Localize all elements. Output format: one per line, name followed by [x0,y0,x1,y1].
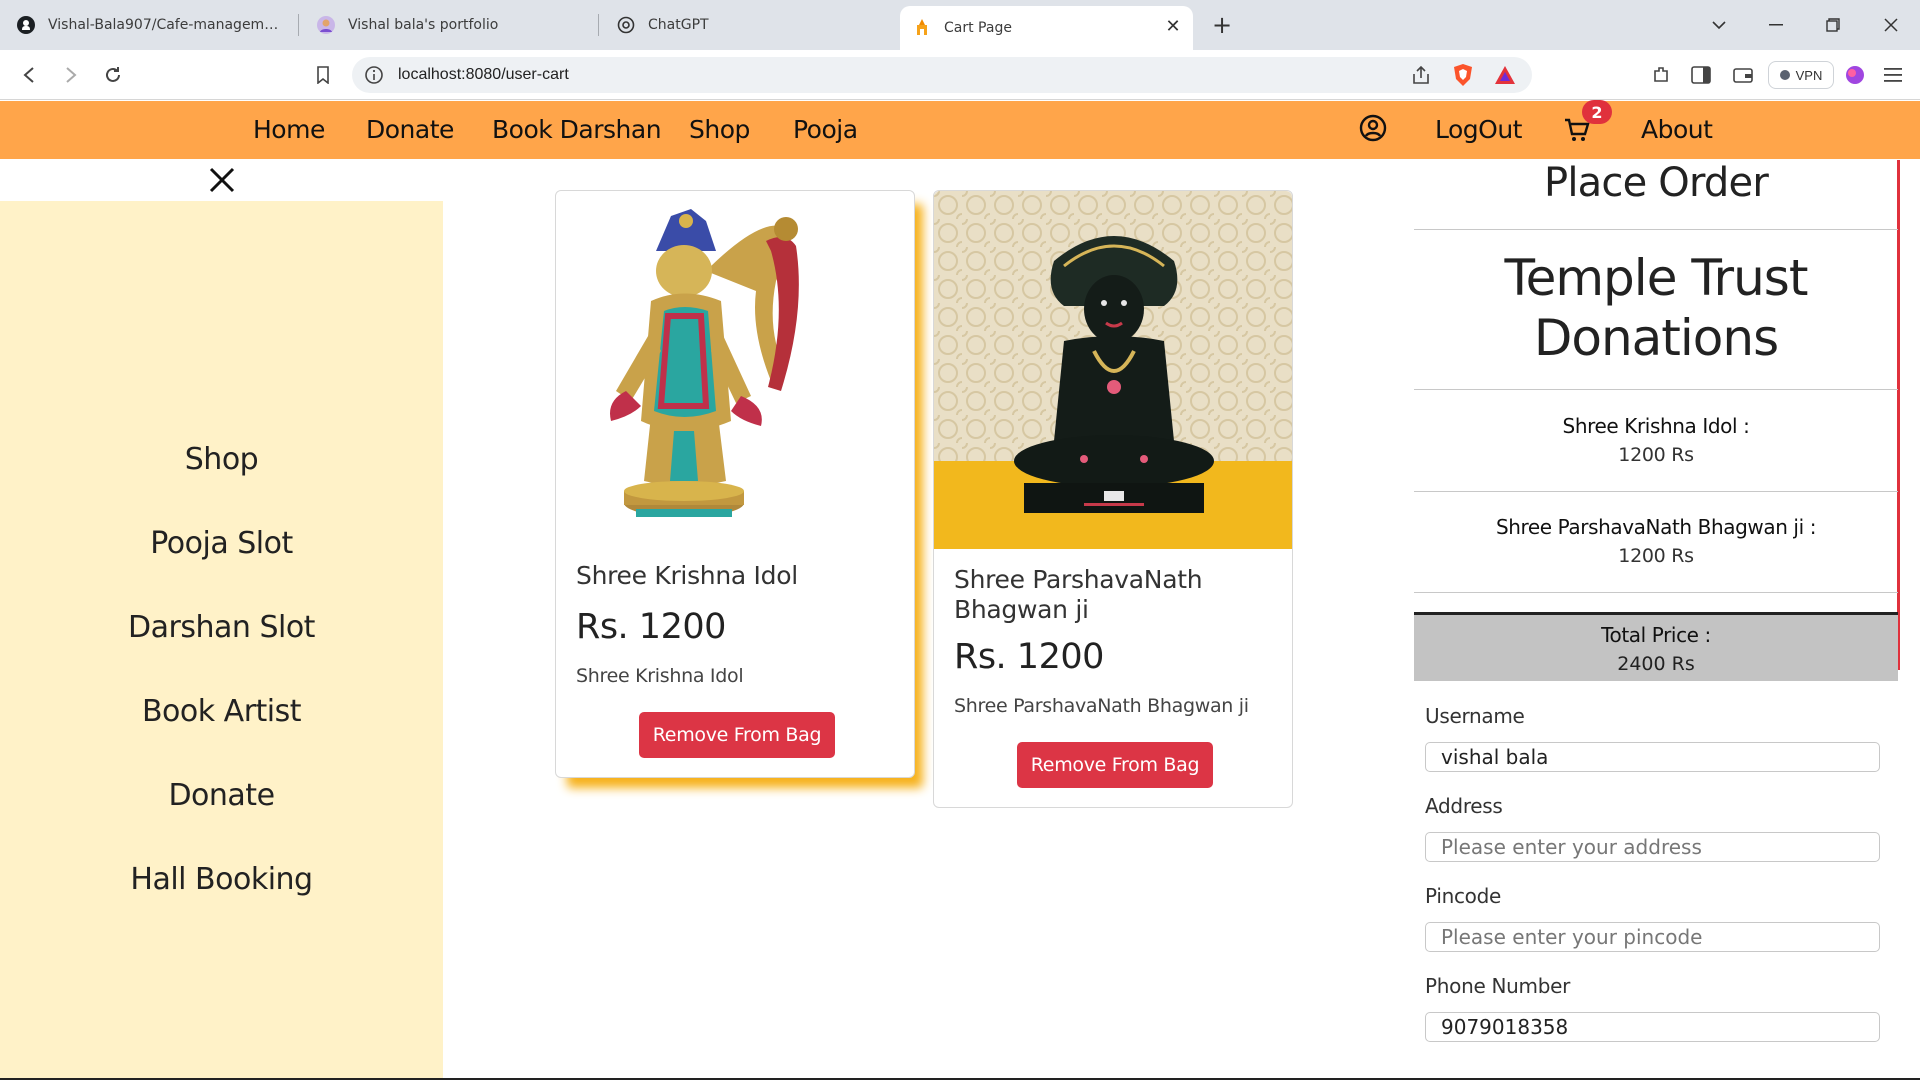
sidebar-item-darshan-slot[interactable]: Darshan Slot [0,610,443,645]
address-bar[interactable]: localhost:8080/user-cart [352,57,1532,93]
divider [1414,592,1898,593]
avatar-icon [316,15,336,35]
cart-item-card: Shree ParshavaNath Bhagwan ji Rs. 1200 S… [933,190,1293,808]
total-price-label: Total Price : [1601,623,1711,647]
tab-github[interactable]: Vishal-Bala907/Cafe-management-Syte [4,6,296,44]
bookmark-icon[interactable] [308,60,338,90]
vpn-label: VPN [1795,67,1823,83]
url-text: localhost:8080/user-cart [398,66,569,83]
cart-item-card: Shree Krishna Idol Rs. 1200 Shree Krishn… [555,190,915,778]
pincode-label: Pincode [1425,884,1501,908]
remove-from-bag-button[interactable]: Remove From Bag [639,712,835,758]
site-info-icon[interactable] [364,65,384,89]
pincode-input[interactable] [1425,922,1880,952]
line-item-name: Shree Krishna Idol : [1562,414,1750,438]
browser-toolbar: localhost:8080/user-cart VPN [0,50,1920,100]
krishna-idol-image [556,191,914,549]
nav-logout[interactable]: LogOut [1435,115,1522,144]
tab-chatgpt[interactable]: ChatGPT [604,6,894,44]
tab-title: ChatGPT [648,17,709,33]
brave-shield-icon[interactable] [1452,63,1474,91]
username-label: Username [1425,704,1525,728]
address-label: Address [1425,794,1503,818]
phone-number-input[interactable] [1425,1012,1880,1042]
sidebar-toggle-icon[interactable] [1686,60,1716,90]
nav-shop[interactable]: Shop [689,115,750,144]
divider [1414,491,1898,492]
close-sidebar-icon[interactable] [205,163,239,197]
cart-count-badge: 2 [1582,100,1612,124]
back-icon[interactable] [14,60,44,90]
order-line-item: Shree ParshavaNath Bhagwan ji : 1200 Rs [1414,515,1898,567]
line-item-price: 1200 Rs [1618,545,1694,567]
tab-separator [598,14,599,36]
sidebar-item-donate[interactable]: Donate [0,778,443,813]
sidebar-item-pooja-slot[interactable]: Pooja Slot [0,526,443,561]
username-input[interactable] [1425,742,1880,772]
divider [1414,389,1898,390]
forward-icon[interactable] [56,60,86,90]
close-window-icon[interactable] [1876,10,1906,40]
reload-icon[interactable] [98,60,128,90]
item-description: Shree Krishna Idol [576,665,744,687]
restore-icon[interactable] [1818,10,1848,40]
chatgpt-icon [616,15,636,35]
item-price: Rs. 1200 [954,637,1104,677]
line-item-price: 1200 Rs [1618,444,1694,466]
leo-ai-icon[interactable] [1840,60,1870,90]
divider [1414,229,1898,230]
sidebar-item-hall-booking[interactable]: Hall Booking [0,862,443,897]
total-price-box: Total Price : 2400 Rs [1414,612,1898,681]
item-title: Shree Krishna Idol [576,561,798,590]
browser-tab-bar: Vishal-Bala907/Cafe-management-Syte Vish… [0,0,1920,50]
vpn-shield-icon [1779,70,1790,80]
temple-trust-heading: Temple Trust Donations [1504,249,1809,367]
sidebar-item-shop[interactable]: Shop [0,442,443,477]
extensions-icon[interactable] [1646,60,1676,90]
address-input[interactable] [1425,832,1880,862]
sidebar-item-book-artist[interactable]: Book Artist [0,694,443,729]
minimize-icon[interactable] [1761,10,1791,40]
user-profile-icon[interactable] [1358,113,1388,143]
site-navbar: Home Donate Book Darshan Shop Pooja LogO… [0,101,1920,159]
brave-rewards-icon[interactable] [1494,65,1516,89]
tab-search-chevron-icon[interactable] [1704,10,1734,40]
share-icon[interactable] [1410,64,1432,90]
tab-separator [298,14,299,36]
place-order-title: Place Order [1544,160,1769,206]
tab-title: Vishal bala's portfolio [348,17,499,33]
new-tab-icon[interactable]: + [1208,11,1236,39]
sidebar-menu: Shop Pooja Slot Darshan Slot Book Artist… [0,201,443,1078]
nav-donate[interactable]: Donate [366,115,454,144]
nav-about[interactable]: About [1641,115,1713,144]
vpn-button[interactable]: VPN [1768,61,1834,89]
remove-from-bag-button[interactable]: Remove From Bag [1017,742,1213,788]
menu-icon[interactable] [1878,60,1908,90]
item-title: Shree ParshavaNath Bhagwan ji [954,565,1203,624]
temple-icon [912,18,932,38]
nav-book-darshan[interactable]: Book Darshan [492,115,662,144]
tab-title: Cart Page [944,20,1012,36]
nav-pooja[interactable]: Pooja [793,115,858,144]
nav-home[interactable]: Home [253,115,325,144]
line-item-name: Shree ParshavaNath Bhagwan ji : [1495,515,1817,539]
tab-cart-page[interactable]: Cart Page ✕ [900,6,1193,50]
tab-portfolio[interactable]: Vishal bala's portfolio [304,6,594,44]
item-description: Shree ParshavaNath Bhagwan ji [954,695,1249,717]
total-price-value: 2400 Rs [1617,653,1695,675]
item-price: Rs. 1200 [576,607,726,647]
phone-number-label: Phone Number [1425,974,1571,998]
github-icon [16,15,36,35]
order-line-item: Shree Krishna Idol : 1200 Rs [1414,414,1898,466]
parshvanath-idol-image [934,191,1292,549]
tab-title: Vishal-Bala907/Cafe-management-Syte [48,17,284,33]
close-tab-icon[interactable]: ✕ [1163,16,1183,37]
wallet-icon[interactable] [1728,60,1758,90]
